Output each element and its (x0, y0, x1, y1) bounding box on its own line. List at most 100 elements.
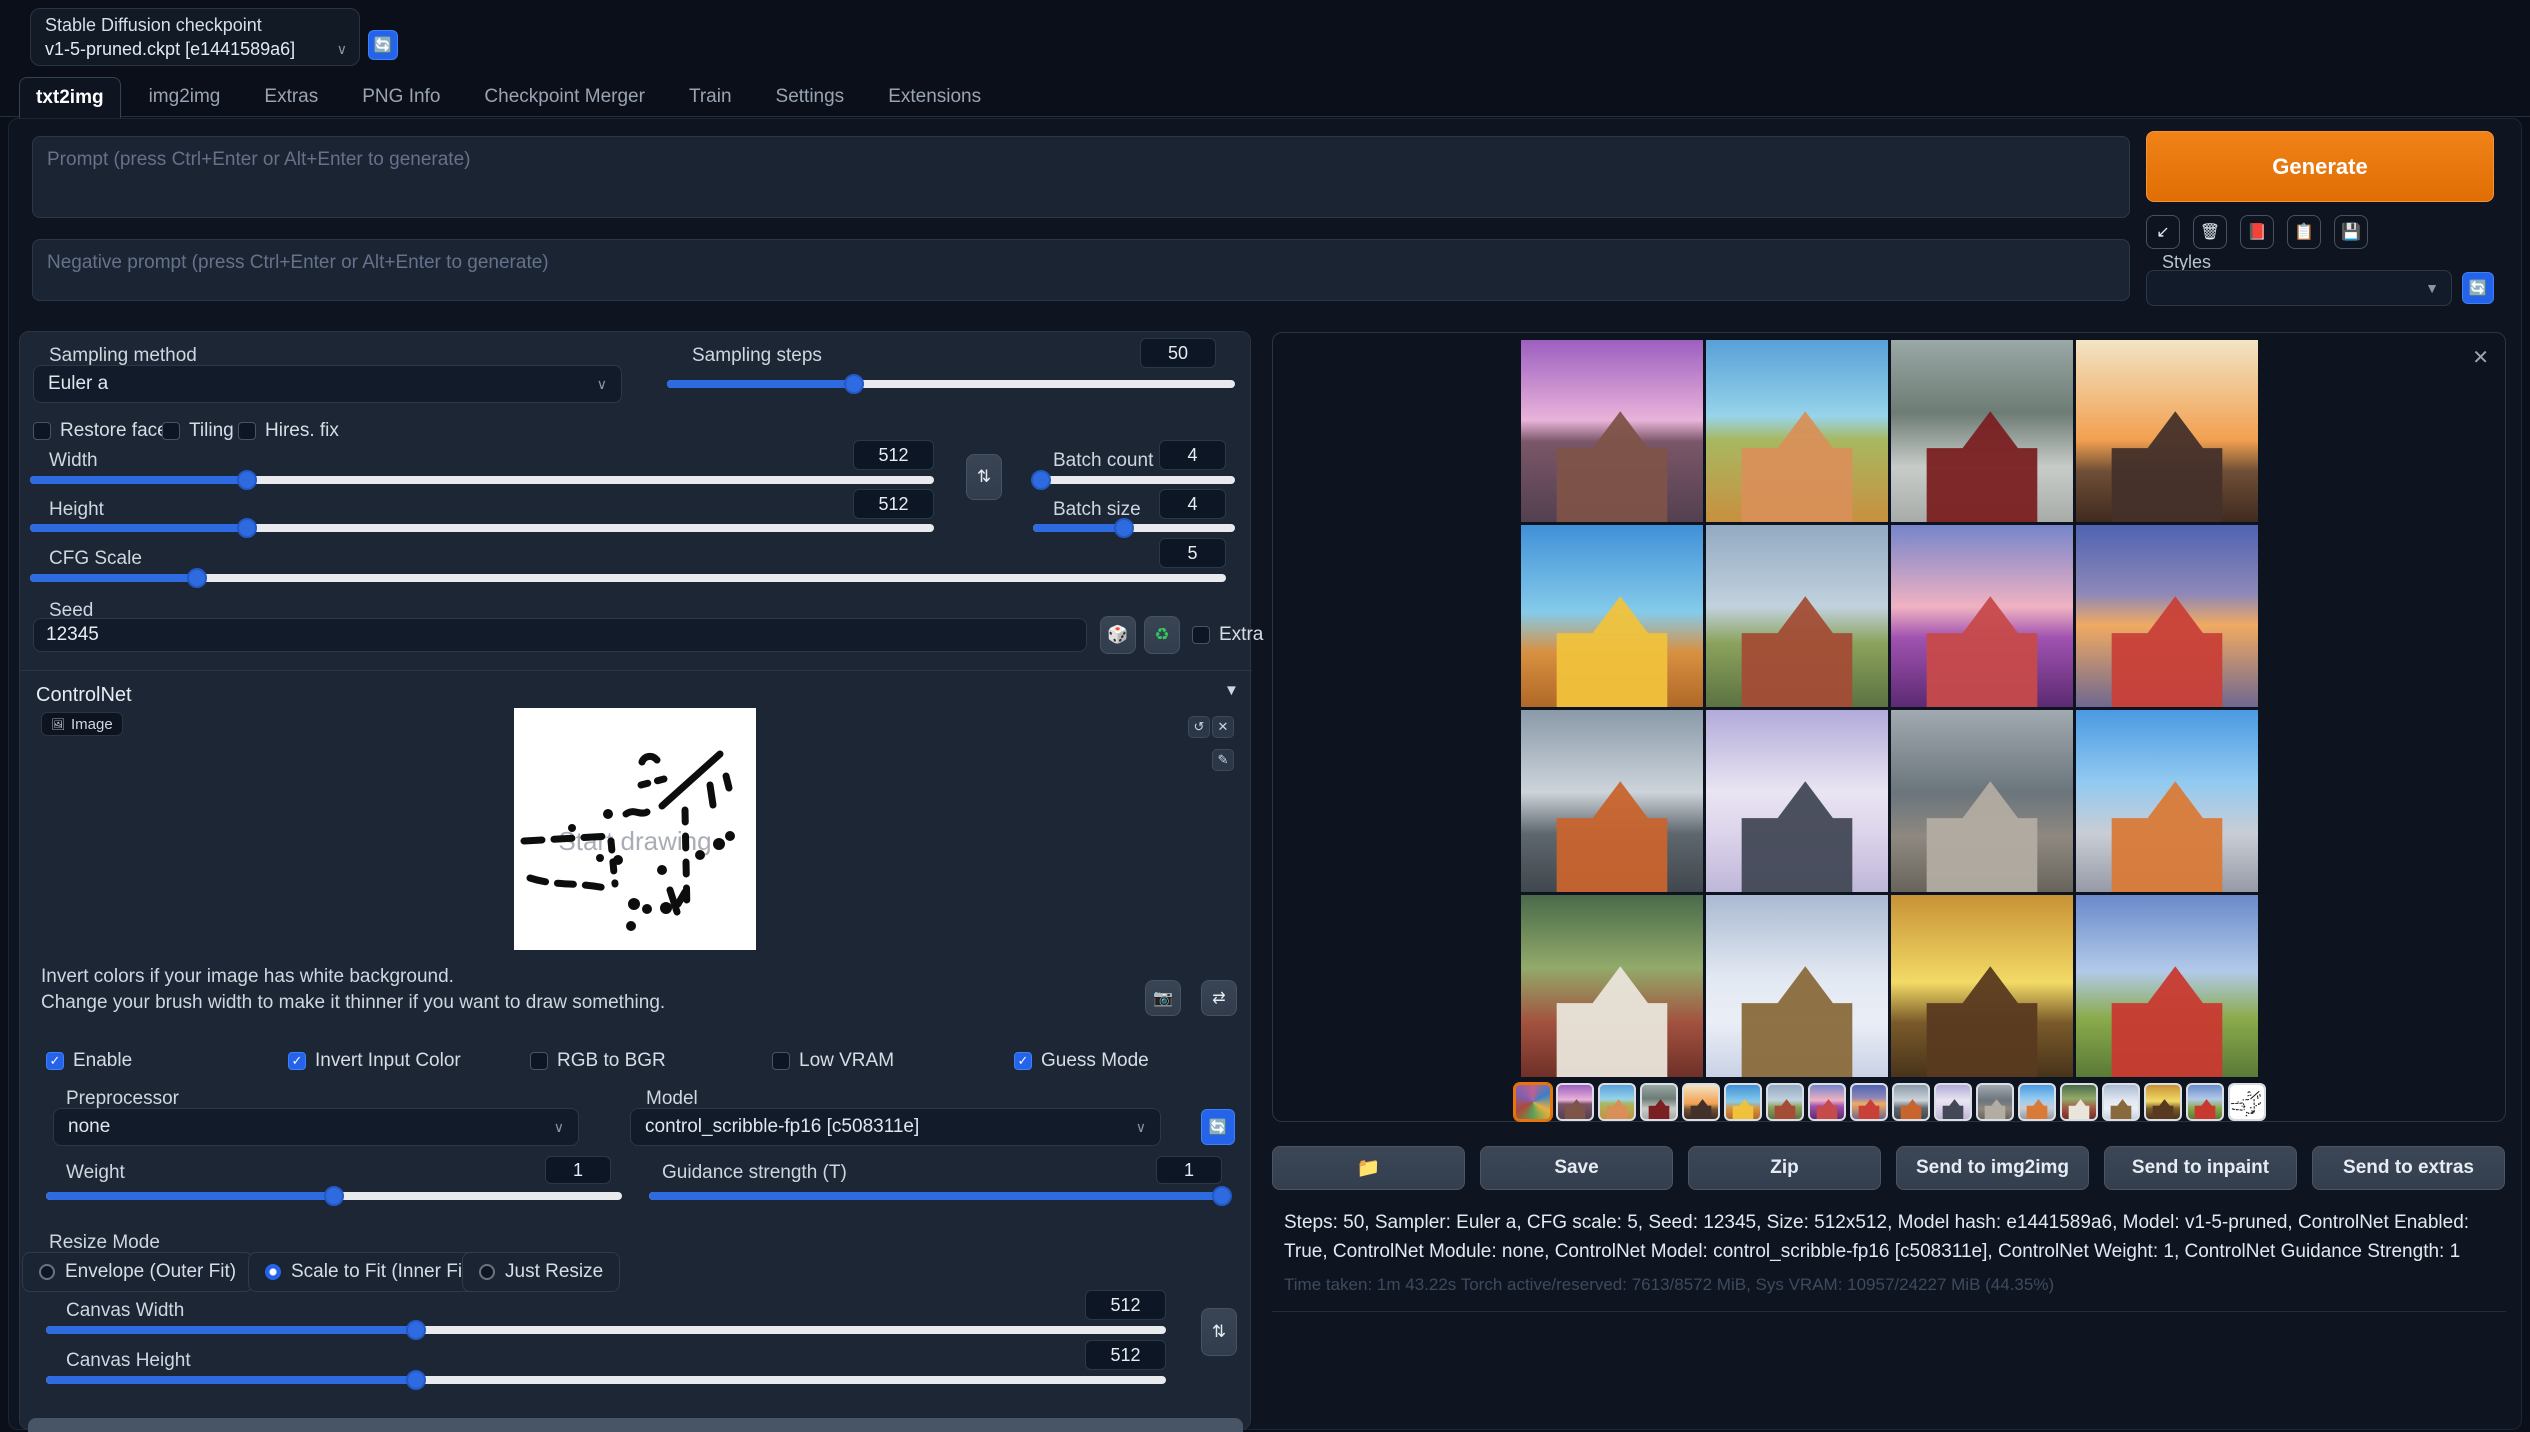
thumbnail-grid-montage[interactable] (1514, 1083, 1552, 1121)
controlnet-image-tab[interactable]: 🖼 Image (41, 712, 123, 736)
open-folder-button[interactable]: 📁 (1272, 1146, 1465, 1190)
hires-fix-checkbox[interactable]: Hires. fix (238, 420, 339, 442)
thumbnail-16[interactable] (2186, 1083, 2224, 1121)
cfg-scale-slider[interactable] (30, 574, 1226, 582)
gallery-image-1[interactable] (1521, 340, 1703, 522)
gallery-image-7[interactable] (1891, 525, 2073, 707)
thumbnail-7[interactable] (1808, 1083, 1846, 1121)
zip-button[interactable]: Zip (1688, 1146, 1881, 1190)
gallery-image-11[interactable] (1891, 710, 2073, 892)
thumbnail-3[interactable] (1640, 1083, 1678, 1121)
gallery-image-5[interactable] (1521, 525, 1703, 707)
controlnet-enable-checkbox[interactable]: Enable (46, 1050, 132, 1072)
clear-prompt-button[interactable]: 🗑 (2193, 215, 2227, 249)
thumbnail-5[interactable] (1724, 1083, 1762, 1121)
close-icon[interactable]: ✕ (1212, 716, 1234, 738)
thumbnail-1[interactable] (1556, 1083, 1594, 1121)
tiling-checkbox[interactable]: Tiling (162, 420, 234, 442)
weight-value[interactable]: 1 (545, 1156, 611, 1184)
gallery-image-4[interactable] (2076, 340, 2258, 522)
thumbnail-14[interactable] (2102, 1083, 2140, 1121)
weight-slider[interactable] (46, 1192, 622, 1200)
brush-icon[interactable]: ✎ (1212, 749, 1234, 771)
tab-train[interactable]: Train (673, 77, 748, 117)
sampling-steps-value[interactable]: 50 (1140, 338, 1216, 368)
gallery-image-9[interactable] (1521, 710, 1703, 892)
prompt-input[interactable] (32, 136, 2130, 218)
resize-envelope-radio[interactable]: Envelope (Outer Fit) (22, 1252, 253, 1292)
low-vram-checkbox[interactable]: Low VRAM (772, 1050, 894, 1072)
paste-params-button[interactable]: ↙ (2146, 215, 2180, 249)
restore-faces-checkbox[interactable]: Restore faces (33, 420, 177, 442)
clipboard-button[interactable]: 📋 (2287, 215, 2321, 249)
gallery-image-15[interactable] (1891, 895, 2073, 1077)
gallery-image-16[interactable] (2076, 895, 2258, 1077)
batch-count-slider[interactable] (1033, 476, 1235, 484)
random-seed-button[interactable]: 🎲 (1100, 616, 1136, 654)
tab-txt2img[interactable]: txt2img (19, 77, 121, 118)
batch-count-value[interactable]: 4 (1159, 440, 1226, 470)
tab-png-info[interactable]: PNG Info (346, 77, 456, 117)
batch-size-slider[interactable] (1033, 524, 1235, 532)
guess-mode-checkbox[interactable]: Guess Mode (1014, 1050, 1149, 1072)
styles-select[interactable]: ▼ (2146, 270, 2452, 306)
tab-settings[interactable]: Settings (760, 77, 861, 117)
gallery-image-2[interactable] (1706, 340, 1888, 522)
undo-icon[interactable]: ↺ (1188, 716, 1210, 738)
sampling-steps-slider[interactable] (667, 380, 1235, 388)
swap-width-height-button[interactable]: ⇅ (966, 454, 1002, 500)
canvas-height-slider[interactable] (46, 1376, 1166, 1384)
thumbnail-4[interactable] (1682, 1083, 1720, 1121)
gallery-image-10[interactable] (1706, 710, 1888, 892)
send-to-inpaint-button[interactable]: Send to inpaint (2104, 1146, 2297, 1190)
thumbnail-15[interactable] (2144, 1083, 2182, 1121)
rgb-to-bgr-checkbox[interactable]: RGB to BGR (530, 1050, 666, 1072)
thumbnail-2[interactable] (1598, 1083, 1636, 1121)
swap-canvas-dimensions-button[interactable]: ⇅ (1201, 1308, 1237, 1356)
guidance-strength-value[interactable]: 1 (1156, 1156, 1222, 1184)
negative-prompt-input[interactable] (32, 239, 2130, 301)
guidance-strength-slider[interactable] (649, 1192, 1222, 1200)
gallery-image-6[interactable] (1706, 525, 1888, 707)
seed-extra-checkbox[interactable]: Extra (1192, 624, 1263, 646)
send-to-extras-button[interactable]: Send to extras (2312, 1146, 2505, 1190)
refresh-checkpoints-button[interactable]: 🔄 (368, 30, 398, 60)
tab-img2img[interactable]: img2img (133, 77, 237, 117)
controlnet-canvas[interactable]: Start drawing (514, 708, 756, 950)
thumbnail-6[interactable] (1766, 1083, 1804, 1121)
style-book-button[interactable]: 📕 (2240, 215, 2274, 249)
canvas-width-slider[interactable] (46, 1326, 1166, 1334)
sampling-method-select[interactable]: Euler a ∨ (33, 365, 622, 403)
preprocessor-select[interactable]: none∨ (53, 1108, 579, 1146)
tab-extras[interactable]: Extras (248, 77, 334, 117)
thumbnail-scribble[interactable] (2228, 1083, 2266, 1121)
thumbnail-12[interactable] (2018, 1083, 2056, 1121)
close-icon[interactable]: ✕ (2472, 345, 2489, 370)
seed-input[interactable] (33, 618, 1087, 652)
send-to-img2img-button[interactable]: Send to img2img (1896, 1146, 2089, 1190)
gallery-image-13[interactable] (1521, 895, 1703, 1077)
tab-extensions[interactable]: Extensions (872, 77, 997, 117)
resize-just-resize-radio[interactable]: Just Resize (462, 1252, 620, 1292)
webcam-icon[interactable]: 📷 (1145, 980, 1181, 1016)
checkpoint-select[interactable]: v1-5-pruned.ckpt [e1441589a6] ∨ (45, 39, 347, 60)
controlnet-collapse-icon[interactable]: ▼ (1224, 682, 1239, 699)
generate-button[interactable]: Generate (2146, 131, 2494, 202)
gallery-image-12[interactable] (2076, 710, 2258, 892)
canvas-height-value[interactable]: 512 (1085, 1340, 1166, 1370)
thumbnail-8[interactable] (1850, 1083, 1888, 1121)
thumbnail-13[interactable] (2060, 1083, 2098, 1121)
height-value[interactable]: 512 (853, 489, 934, 519)
invert-input-color-checkbox[interactable]: Invert Input Color (288, 1050, 461, 1072)
batch-size-value[interactable]: 4 (1159, 489, 1226, 519)
thumbnail-9[interactable] (1892, 1083, 1930, 1121)
tab-checkpoint-merger[interactable]: Checkpoint Merger (468, 77, 661, 117)
width-slider[interactable] (30, 476, 934, 484)
save-button[interactable]: Save (1480, 1146, 1673, 1190)
gallery-image-14[interactable] (1706, 895, 1888, 1077)
canvas-width-value[interactable]: 512 (1085, 1290, 1166, 1320)
controlnet-model-select[interactable]: control_scribble-fp16 [c508311e]∨ (630, 1108, 1161, 1146)
resize-scale-to-fit-radio[interactable]: Scale to Fit (Inner Fit) (248, 1252, 491, 1292)
refresh-controlnet-models-button[interactable]: 🔄 (1201, 1109, 1235, 1145)
refresh-styles-button[interactable]: 🔄 (2462, 272, 2494, 304)
